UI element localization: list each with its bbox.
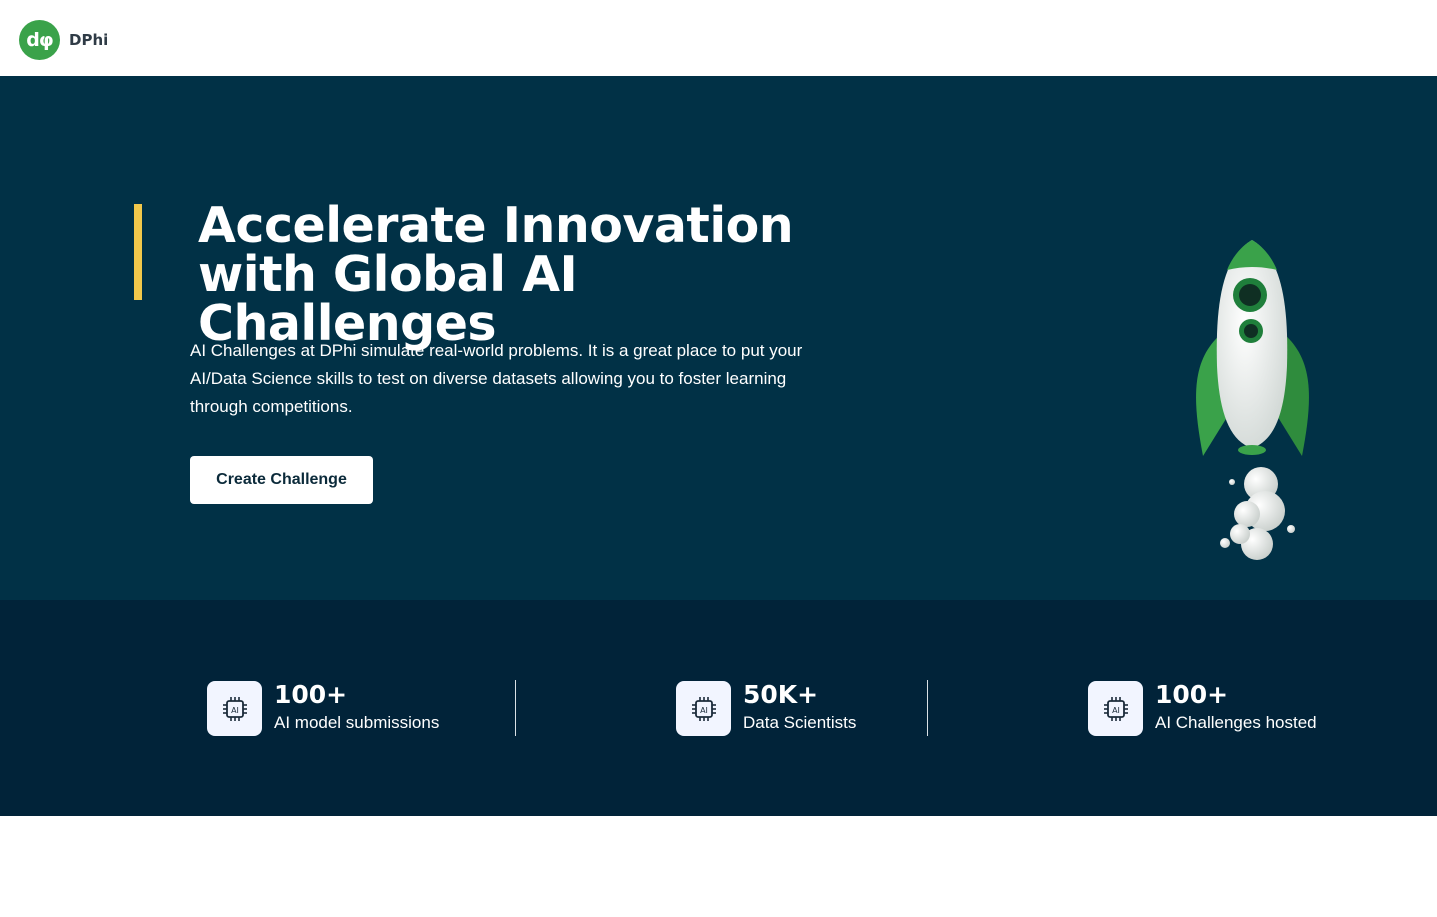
hero-title: Accelerate Innovation with Global AI Cha… xyxy=(198,201,878,348)
ai-chip-icon: AI xyxy=(207,681,262,736)
top-navbar: dφ DPhi xyxy=(0,0,1437,76)
stat-value: 100+ xyxy=(274,679,348,709)
stat-label: AI model submissions xyxy=(274,712,440,732)
hero-accent-bar xyxy=(134,204,142,300)
dphi-logo[interactable]: dφ DPhi xyxy=(19,20,108,60)
svg-text:AI: AI xyxy=(1112,706,1120,715)
rocket-icon xyxy=(1196,240,1309,456)
stat-divider xyxy=(927,680,928,736)
rocket-smoke-icon xyxy=(1220,467,1295,560)
stat-ai-challenges-hosted: AI 100+ AI Challenges hosted xyxy=(1088,679,1317,736)
stat-label: AI Challenges hosted xyxy=(1155,712,1317,732)
stat-label: Data Scientists xyxy=(743,712,857,732)
stat-value: 100+ xyxy=(1155,679,1229,709)
svg-text:AI: AI xyxy=(231,706,239,715)
create-challenge-button[interactable]: Create Challenge xyxy=(190,456,373,504)
svg-text:AI: AI xyxy=(700,706,708,715)
ai-chip-icon: AI xyxy=(1088,681,1143,736)
ai-chip-icon: AI xyxy=(676,681,731,736)
stat-divider xyxy=(515,680,516,736)
stat-data-scientists: AI 50K+ Data Scientists xyxy=(676,679,857,736)
hero-section: Accelerate Innovation with Global AI Cha… xyxy=(0,76,1437,600)
hero-description: AI Challenges at DPhi simulate real-worl… xyxy=(190,341,803,416)
logo-mark-icon: dφ xyxy=(19,20,60,60)
stat-value: 50K+ xyxy=(743,679,819,709)
brand-name: DPhi xyxy=(69,31,109,49)
stats-section: AI 100+ AI model submissions AI 50K+ Dat… xyxy=(0,600,1437,816)
stat-ai-model-submissions: AI 100+ AI model submissions xyxy=(207,679,440,736)
